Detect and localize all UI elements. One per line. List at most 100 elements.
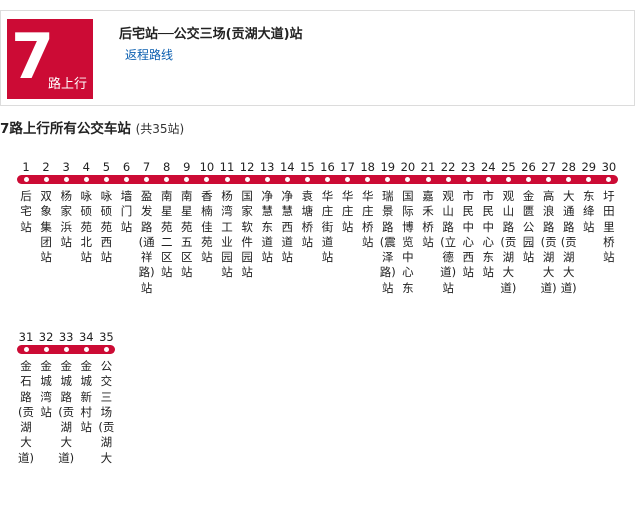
stop-name-link[interactable]: 袁塘桥站 [299,189,315,250]
stop-name-link[interactable]: 金石路(贡湖大道) [18,359,34,466]
stop-name-link[interactable]: 华庄站 [340,189,356,235]
stop-number: 8 [163,160,171,174]
stop-number: 34 [78,330,94,344]
stop-name-link[interactable]: 金城新村站 [78,359,94,435]
stop-name-link[interactable]: 咏硕苑北站 [78,189,94,265]
stop-number: 12 [239,160,255,174]
stop-dot [224,177,230,182]
stop-name-link[interactable]: 净慧西道站 [279,189,295,265]
route-badge: 7 路上行 [7,19,93,99]
stop-name-link[interactable]: 公交三场(贡湖大 [98,359,114,466]
stop-dot [23,177,29,182]
stop-number: 31 [18,330,34,344]
stop-name-link[interactable]: 瑞景路(震泽路)站 [380,189,396,296]
stop-number: 33 [58,330,74,344]
stop-name-link[interactable]: 咏硕苑西站 [98,189,114,265]
stop-dot [43,177,49,182]
stop-number: 23 [460,160,476,174]
stop-dot [445,177,451,182]
stop-name-link[interactable]: 观山路(立德道)站 [440,189,456,296]
stop-number: 26 [521,160,536,174]
stop-dot [526,177,531,182]
stop-number: 11 [219,160,235,174]
stop-number: 5 [102,160,111,174]
stop-number: 4 [82,160,90,174]
stop-number: 29 [581,160,597,174]
stop-name-link[interactable]: 墙门站 [119,189,135,235]
section-title-text: 7路上行所有公交车站 [0,121,131,137]
stop-name-link[interactable]: 高浪路(贡湖大道) [541,189,557,296]
stop-number: 28 [561,160,576,174]
stop-number: 10 [199,160,215,174]
stop-number: 6 [122,160,131,174]
stop-number: 15 [300,160,315,174]
stop-dot [244,177,250,182]
stop-number: 13 [259,160,275,174]
stop-name-link[interactable]: 市民中心东站 [480,189,496,281]
stop-name-link[interactable]: 金城湾站 [38,359,54,420]
stop-dot [264,177,270,182]
stop-number: 7 [142,160,151,174]
stop-number: 27 [541,160,556,174]
stop-dot [505,177,511,182]
stop-dot [124,177,129,182]
stop-name-link[interactable]: 观山路(贡湖大道) [500,189,516,296]
stop-number: 21 [420,160,436,174]
stop-name-link[interactable]: 金城路(贡湖大道) [58,359,74,466]
stop-name-link[interactable]: 东绛站 [581,189,597,235]
stop-name-link[interactable]: 盈发路(通祥路)站 [139,189,155,296]
stop-dot [304,177,310,182]
stop-number: 2 [42,160,50,174]
route-direction: 路上行 [47,77,87,92]
section-title: 7路上行所有公交车站 (共35站) [0,117,184,137]
return-route-link[interactable]: 返程路线 [125,46,173,63]
stop-number: 20 [400,160,416,174]
stop-name-link[interactable]: 净慧东道站 [259,189,275,265]
stop-name-link[interactable]: 圩田里桥站 [601,189,617,265]
stop-name-link[interactable]: 金匮公园站 [521,189,537,265]
stop-number: 24 [480,160,496,174]
stop-name-link[interactable]: 市民中心西站 [460,189,476,281]
stop-dot [485,177,491,182]
stop-name-link[interactable]: 香楠佳苑站 [199,189,215,265]
stop-name-link[interactable]: 杨湾工业园站 [219,189,235,281]
stop-name-link[interactable]: 嘉禾桥站 [420,189,436,250]
stop-dot [465,177,471,182]
stop-dot [63,347,69,352]
stop-number: 18 [360,160,375,174]
stop-name-link[interactable]: 华庄桥站 [360,189,376,250]
stop-name-link[interactable]: 国家软件园站 [239,189,255,281]
stop-number: 14 [279,160,295,174]
stop-name-link[interactable]: 后宅站 [18,189,34,235]
stop-count: (共35站) [135,122,185,136]
stop-number: 25 [501,160,516,174]
stop-dot [83,347,89,352]
stop-number: 19 [380,160,396,174]
stop-number: 30 [601,160,617,174]
stop-number: 9 [183,160,191,174]
stop-number: 1 [22,160,30,174]
route-title: 后宅站──公交三场(贡湖大道)站 [119,27,303,42]
stop-number: 32 [38,330,54,344]
stop-number: 16 [320,160,335,174]
stop-name-link[interactable]: 南星苑五区站 [179,189,195,281]
stop-number: 22 [440,160,456,174]
stop-dot [103,347,109,352]
stop-name-link[interactable]: 双象集团站 [38,189,54,265]
stop-name-link[interactable]: 国际博览中心东 [400,189,416,296]
stop-name-link[interactable]: 华庄街道站 [320,189,336,265]
stop-dot [425,177,431,182]
route-header: 7 路上行 后宅站──公交三场(贡湖大道)站 返程路线 [0,10,635,106]
stop-dot [63,177,69,182]
stop-number: 3 [62,160,70,174]
stop-dot [83,177,89,182]
stop-dot [23,347,29,352]
stop-name-link[interactable]: 大通路(贡湖大道) [561,189,577,296]
stop-dot [103,177,109,182]
stop-name-link[interactable]: 南星苑二区站 [159,189,175,281]
stop-dot [325,177,330,182]
stop-name-link[interactable]: 杨家浜站 [58,189,74,250]
stop-dot [43,347,49,352]
stop-dot [284,177,290,182]
stop-number: 35 [99,330,114,344]
